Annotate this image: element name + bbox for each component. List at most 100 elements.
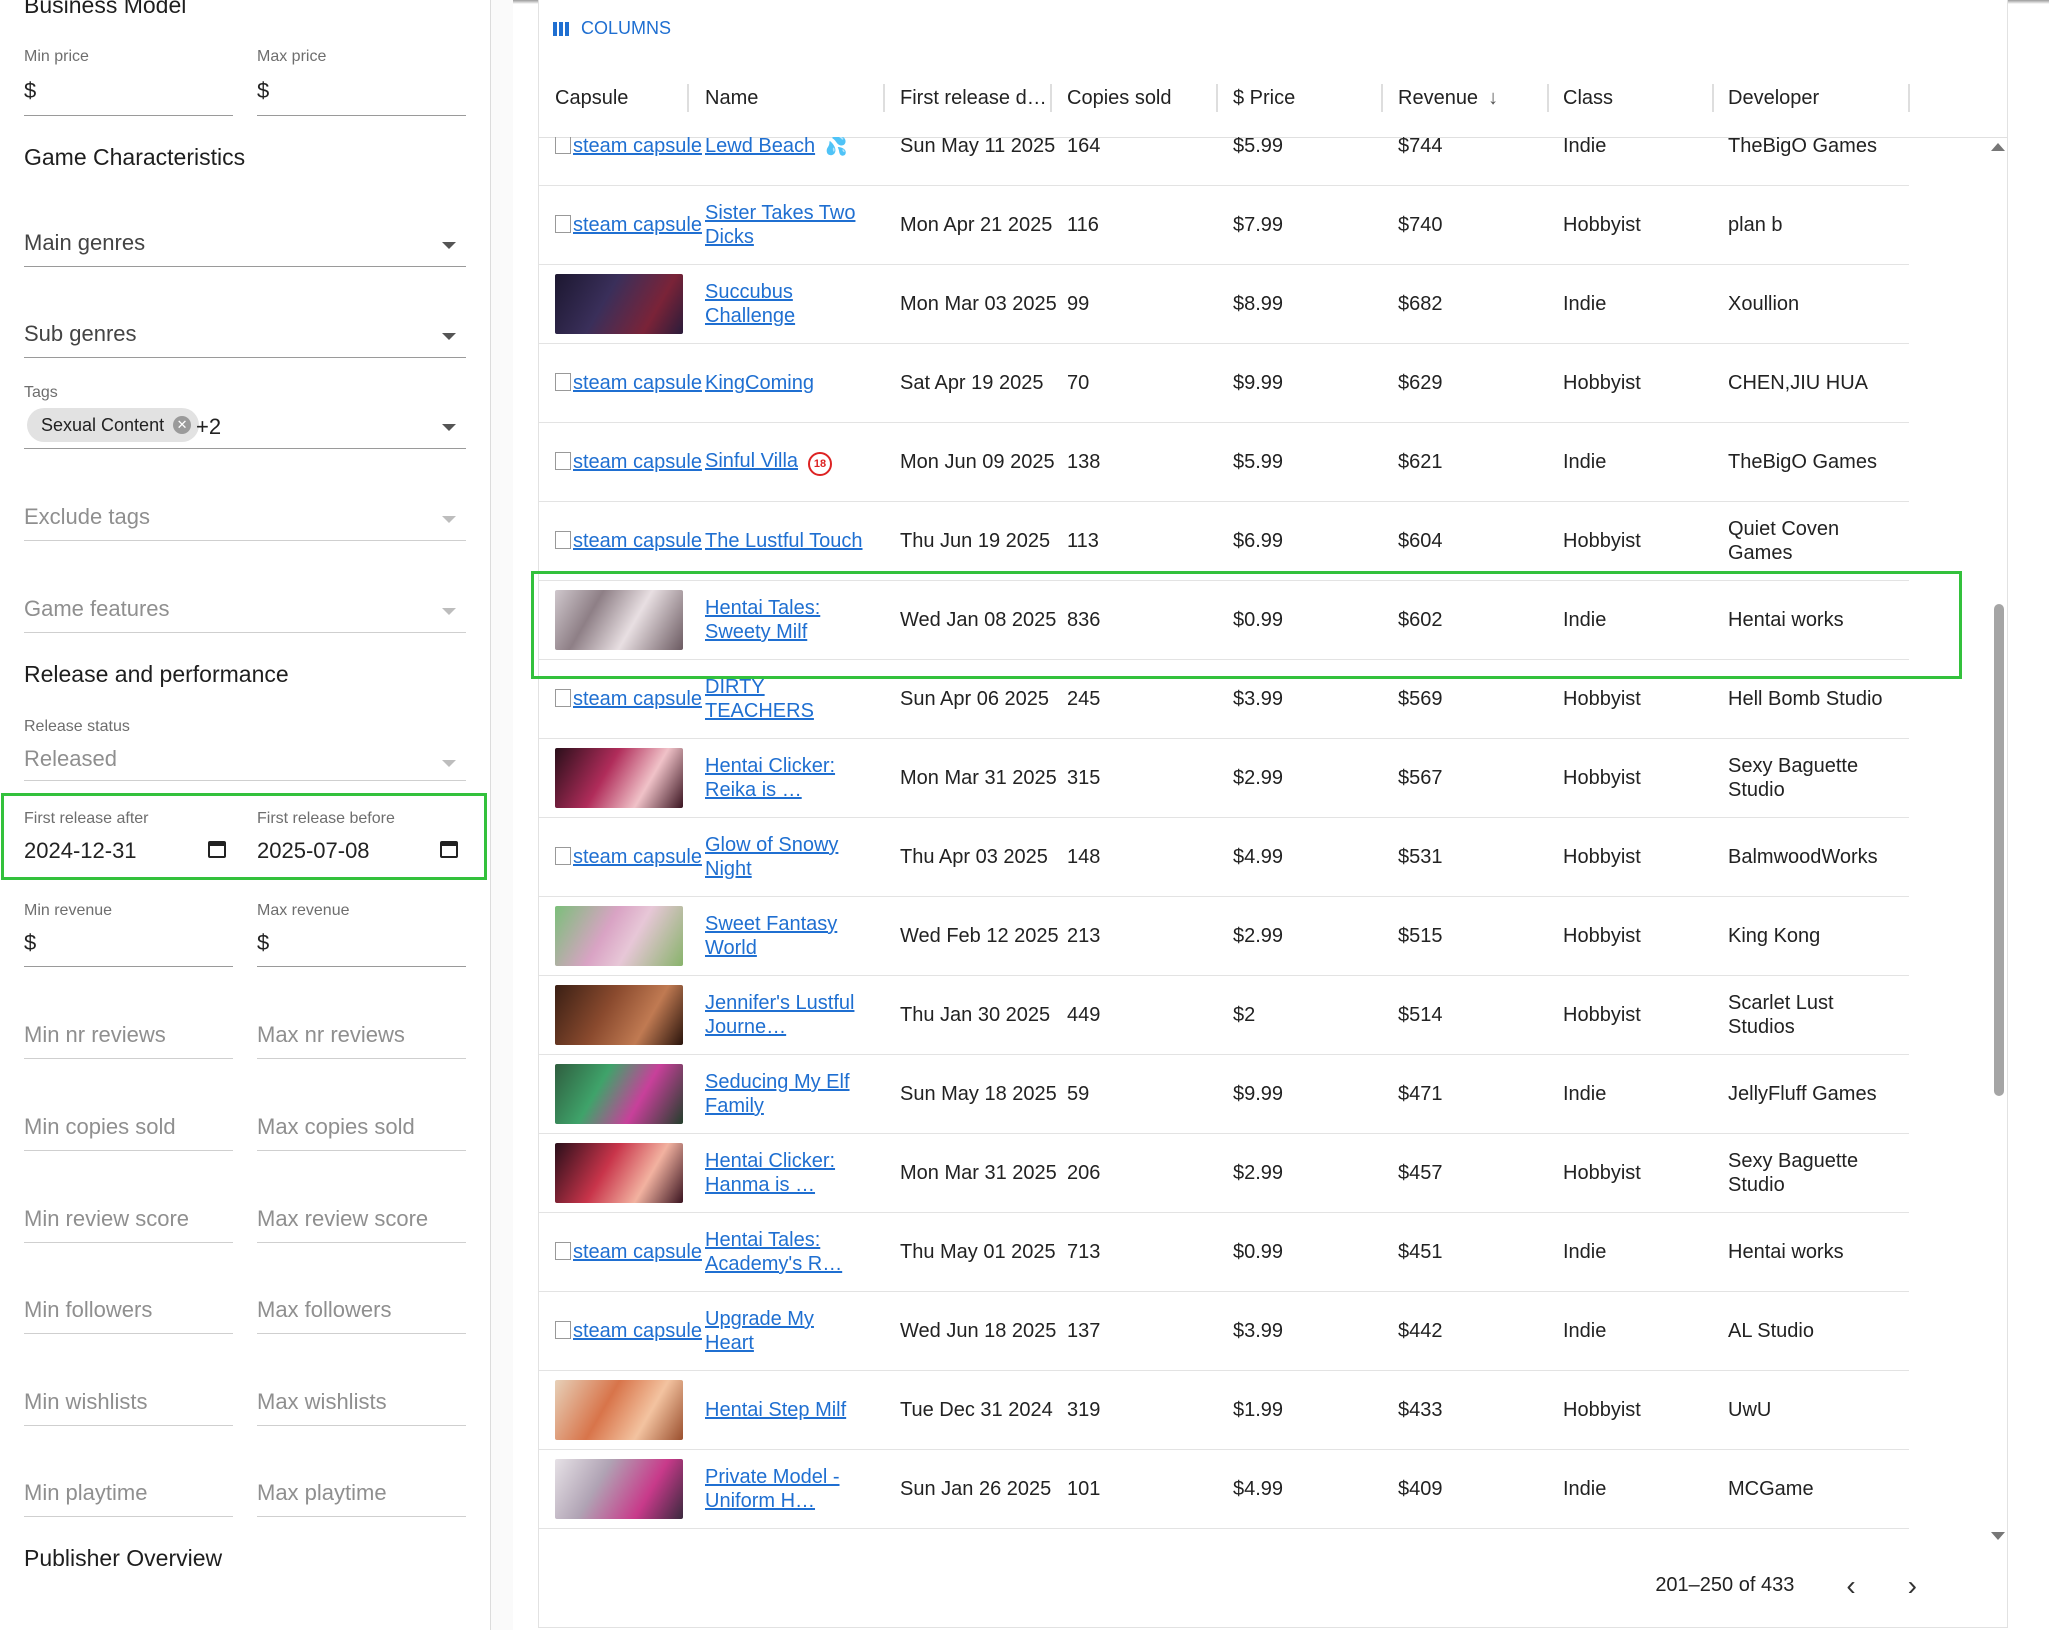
capsule-broken-image[interactable]: steam capsule <box>555 1240 702 1264</box>
min-revenue-field[interactable]: Min revenue $ <box>24 902 233 968</box>
exclude-tags-select[interactable]: Exclude tags <box>24 502 466 542</box>
capsule-thumbnail[interactable] <box>555 748 683 808</box>
capsule-thumbnail[interactable] <box>555 1064 683 1124</box>
column-separator[interactable] <box>687 84 689 112</box>
capsule-broken-image[interactable]: steam capsule <box>555 529 702 553</box>
game-features-select[interactable]: Game features <box>24 594 466 634</box>
sort-descending-icon[interactable]: ↓ <box>1488 60 1498 137</box>
game-name-link[interactable]: Private Model - Uniform H… <box>705 1465 865 1513</box>
capsule-broken-image[interactable]: steam capsule <box>555 137 702 158</box>
min-nr-reviews-field[interactable]: Min nr reviews <box>24 1020 233 1060</box>
game-name-link[interactable]: Hentai Tales: Academy's R… <box>705 1228 865 1276</box>
game-name-link[interactable]: DIRTY TEACHERS <box>705 675 865 723</box>
column-separator[interactable] <box>1712 84 1714 112</box>
header-name[interactable]: Name <box>705 60 758 137</box>
max-nr-reviews-field[interactable]: Max nr reviews <box>257 1020 466 1060</box>
game-name-link[interactable]: Sinful Villa 18 <box>705 449 865 476</box>
capsule-broken-image[interactable]: steam capsule <box>555 450 702 474</box>
header-first-release[interactable]: First release d… <box>900 60 1047 137</box>
table-row[interactable]: Seducing My Elf Family Sun May 18 2025 5… <box>539 1055 1909 1134</box>
column-separator[interactable] <box>883 84 885 112</box>
table-row[interactable]: Hentai Step Milf Tue Dec 31 2024 319 $1.… <box>539 1371 1909 1450</box>
game-name-link[interactable]: Sister Takes Two Dicks <box>705 201 865 249</box>
game-name-link[interactable]: Glow of Snowy Night <box>705 833 865 881</box>
capsule-broken-image[interactable]: steam capsule <box>555 213 702 237</box>
table-row[interactable]: steam capsule Lewd Beach 💦 Sun May 11 202… <box>539 137 1909 186</box>
min-followers-field[interactable]: Min followers <box>24 1295 233 1335</box>
capsule-broken-image[interactable]: steam capsule <box>555 371 702 395</box>
main-genres-select[interactable]: Main genres <box>24 228 466 268</box>
next-page-icon[interactable]: › <box>1908 1571 1917 1599</box>
table-row[interactable]: Jennifer's Lustful Journe… Thu Jan 30 20… <box>539 976 1909 1055</box>
game-name-link[interactable]: Succubus Challenge <box>705 280 865 328</box>
game-name-link[interactable]: Upgrade My Heart <box>705 1307 865 1355</box>
table-row[interactable]: steam capsule Sister Takes Two Dicks Mon… <box>539 186 1909 265</box>
table-row[interactable]: steam capsule Sinful Villa 18 Mon Jun 09 … <box>539 423 1909 502</box>
game-name-link[interactable]: The Lustful Touch <box>705 529 865 553</box>
game-name-link[interactable]: Hentai Step Milf <box>705 1398 865 1422</box>
table-row[interactable]: steam capsule KingComing Sat Apr 19 2025… <box>539 344 1909 423</box>
column-separator[interactable] <box>1216 84 1218 112</box>
header-developer[interactable]: Developer <box>1728 60 1819 137</box>
max-price-field[interactable]: Max price $ <box>257 48 466 118</box>
capsule-thumbnail[interactable] <box>555 985 683 1045</box>
column-separator[interactable] <box>1547 84 1549 112</box>
sub-genres-select[interactable]: Sub genres <box>24 319 466 359</box>
game-name-link[interactable]: Jennifer's Lustful Journe… <box>705 991 865 1039</box>
game-name-link[interactable]: Hentai Clicker: Reika is … <box>705 754 865 802</box>
game-name-link[interactable]: Hentai Clicker: Hanma is … <box>705 1149 865 1197</box>
table-row[interactable]: Sweet Fantasy World Wed Feb 12 2025 213 … <box>539 897 1909 976</box>
table-row[interactable]: Hentai Clicker: Reika is … Mon Mar 31 20… <box>539 739 1909 818</box>
capsule-thumbnail[interactable] <box>555 274 683 334</box>
capsule-broken-image[interactable]: steam capsule <box>555 687 702 711</box>
header-copies-sold[interactable]: Copies sold <box>1067 60 1172 137</box>
header-revenue[interactable]: Revenue ↓ <box>1398 60 1498 137</box>
min-playtime-field[interactable]: Min playtime <box>24 1478 233 1518</box>
scroll-down-icon[interactable] <box>1991 1532 2005 1540</box>
capsule-broken-image[interactable]: steam capsule <box>555 1319 702 1343</box>
table-row[interactable]: Succubus Challenge Mon Mar 03 2025 99 $8… <box>539 265 1909 344</box>
developer-text: TheBigO Games <box>1728 137 1877 157</box>
capsule-thumbnail[interactable] <box>555 1459 683 1519</box>
header-class[interactable]: Class <box>1563 60 1613 137</box>
chip-remove-icon[interactable]: ✕ <box>173 416 192 434</box>
table-row[interactable]: steam capsule Hentai Tales: Academy's R…… <box>539 1213 1909 1292</box>
table-row[interactable]: steam capsule Glow of Snowy Night Thu Ap… <box>539 818 1909 897</box>
column-separator[interactable] <box>1908 84 1910 112</box>
capsule-thumbnail[interactable] <box>555 1380 683 1440</box>
game-name-link[interactable]: KingComing <box>705 371 865 395</box>
table-row[interactable]: Private Model - Uniform H… Sun Jan 26 20… <box>539 1450 1909 1529</box>
cell-capsule <box>555 976 695 1054</box>
previous-page-icon[interactable]: ‹ <box>1846 1571 1855 1599</box>
columns-button[interactable]: COLUMNS <box>553 18 671 39</box>
min-price-field[interactable]: Min price $ <box>24 48 233 118</box>
game-name-link[interactable]: Sweet Fantasy World <box>705 912 865 960</box>
min-wishlists-field[interactable]: Min wishlists <box>24 1387 233 1427</box>
max-followers-label: Max followers <box>257 1297 392 1322</box>
release-status-select[interactable]: Release status Released <box>24 718 466 782</box>
game-name-link[interactable]: Seducing My Elf Family <box>705 1070 865 1118</box>
game-name-link[interactable]: Lewd Beach 💦 <box>705 137 865 158</box>
table-scrollbar-thumb[interactable] <box>1994 604 2004 1096</box>
scroll-up-icon[interactable] <box>1991 143 2005 151</box>
max-wishlists-field[interactable]: Max wishlists <box>257 1387 466 1427</box>
capsule-thumbnail[interactable] <box>555 1143 683 1203</box>
capsule-thumbnail[interactable] <box>555 906 683 966</box>
table-row[interactable]: steam capsule Upgrade My Heart Wed Jun 1… <box>539 1292 1909 1371</box>
max-review-score-field[interactable]: Max review score <box>257 1204 466 1244</box>
header-price[interactable]: $ Price <box>1233 60 1295 137</box>
max-copies-sold-field[interactable]: Max copies sold <box>257 1112 466 1152</box>
capsule-broken-image[interactable]: steam capsule <box>555 845 702 869</box>
max-followers-field[interactable]: Max followers <box>257 1295 466 1335</box>
tags-select[interactable]: Tags Sexual Content ✕ +2 <box>24 384 466 450</box>
column-separator[interactable] <box>1050 84 1052 112</box>
table-row[interactable]: steam capsule The Lustful Touch Thu Jun … <box>539 502 1909 581</box>
column-separator[interactable] <box>1381 84 1383 112</box>
max-playtime-field[interactable]: Max playtime <box>257 1478 466 1518</box>
header-capsule[interactable]: Capsule <box>555 60 628 137</box>
max-revenue-field[interactable]: Max revenue $ <box>257 902 466 968</box>
min-copies-sold-field[interactable]: Min copies sold <box>24 1112 233 1152</box>
min-review-score-field[interactable]: Min review score <box>24 1204 233 1244</box>
table-row[interactable]: Hentai Clicker: Hanma is … Mon Mar 31 20… <box>539 1134 1909 1213</box>
tag-chip-sexual-content[interactable]: Sexual Content ✕ <box>27 408 200 442</box>
